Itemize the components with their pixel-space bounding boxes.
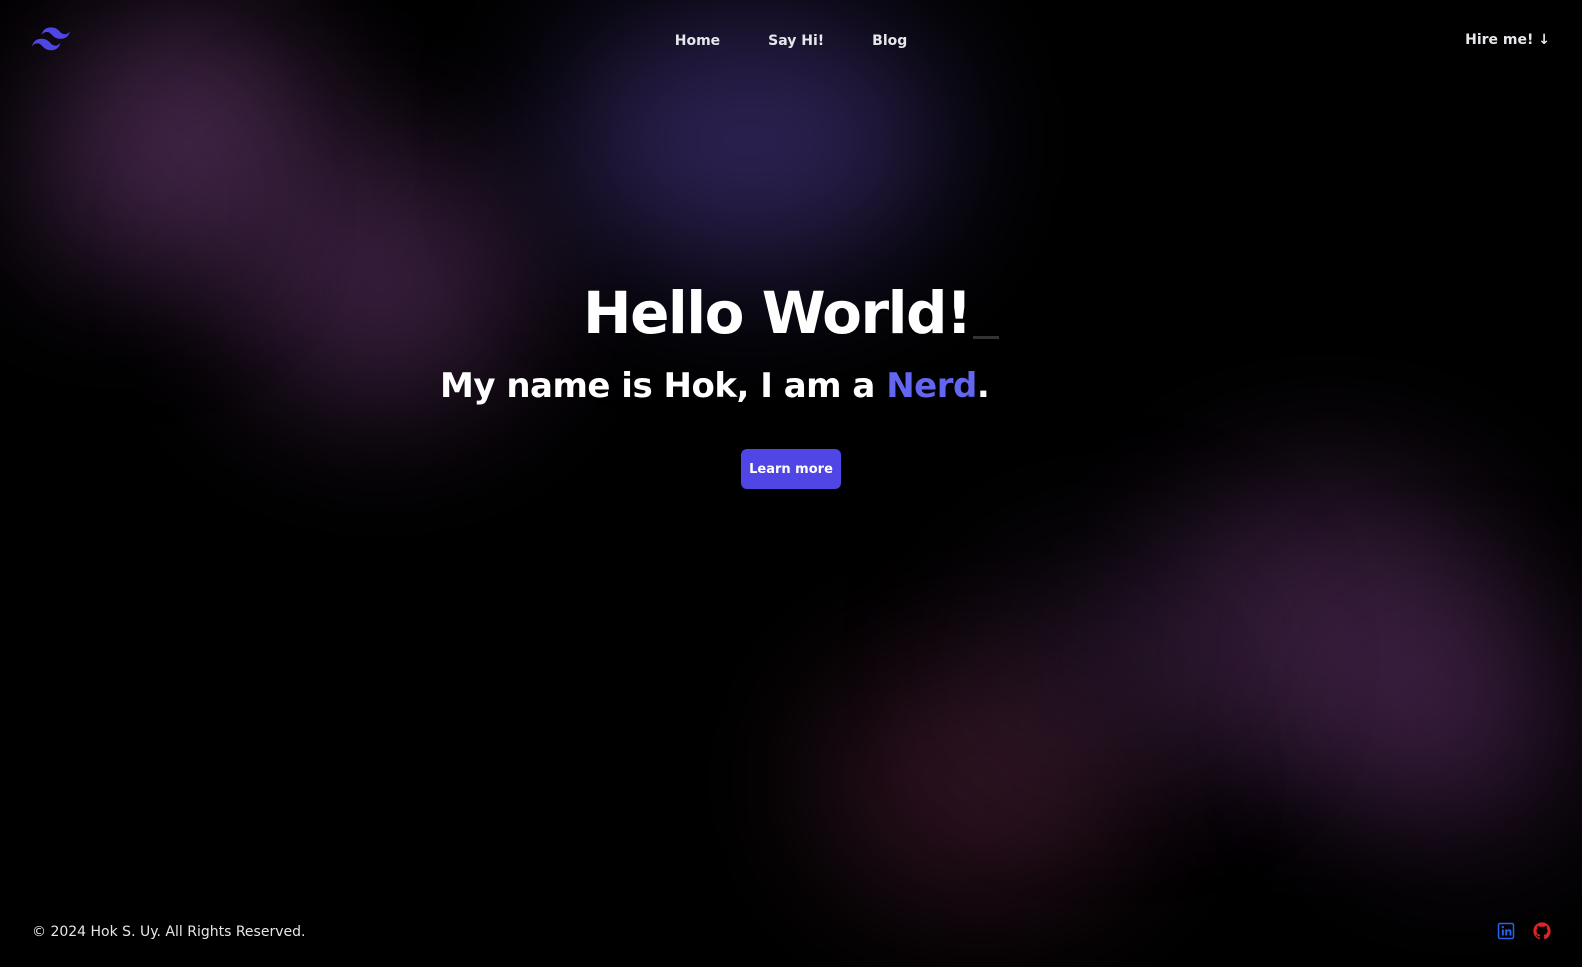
nav-links: Home Say Hi! Blog [675, 31, 908, 51]
subtitle-accent-word: Nerd [886, 366, 977, 406]
tailwind-wave-icon [32, 27, 70, 51]
background-glow [1340, 620, 1580, 840]
main-nav: Home Say Hi! Blog [0, 30, 1582, 51]
background-glow [980, 560, 1240, 760]
copyright-text: © 2024 Hok S. Uy. All Rights Reserved. [32, 924, 306, 940]
linkedin-link[interactable] [1497, 922, 1515, 940]
page: Home Say Hi! Blog Hire me! ↓ Hello World… [0, 0, 1582, 967]
typing-cursor [972, 336, 999, 339]
subtitle-prefix: My name is Hok, I am a [440, 366, 887, 406]
hero-subtitle: My name is Hok, I am a Nerd. [440, 364, 990, 408]
nav-blog[interactable]: Blog [872, 31, 907, 51]
hero-title: Hello World! [0, 278, 1582, 348]
subtitle-suffix: . [976, 366, 990, 406]
background-glow [20, 120, 220, 280]
background-glow [820, 660, 1140, 900]
hire-me-link[interactable]: Hire me! ↓ [1465, 30, 1550, 50]
site-header: Home Say Hi! Blog Hire me! ↓ [0, 0, 1582, 80]
nav-say-hi[interactable]: Say Hi! [768, 31, 824, 51]
background-glow [1150, 480, 1510, 780]
learn-more-button[interactable]: Learn more [741, 449, 841, 489]
github-link[interactable] [1533, 922, 1551, 940]
logo-link[interactable] [32, 27, 70, 51]
github-icon [1533, 922, 1551, 940]
hero-title-text: Hello World! [583, 279, 972, 347]
linkedin-icon [1497, 922, 1515, 940]
nav-home[interactable]: Home [675, 31, 720, 51]
